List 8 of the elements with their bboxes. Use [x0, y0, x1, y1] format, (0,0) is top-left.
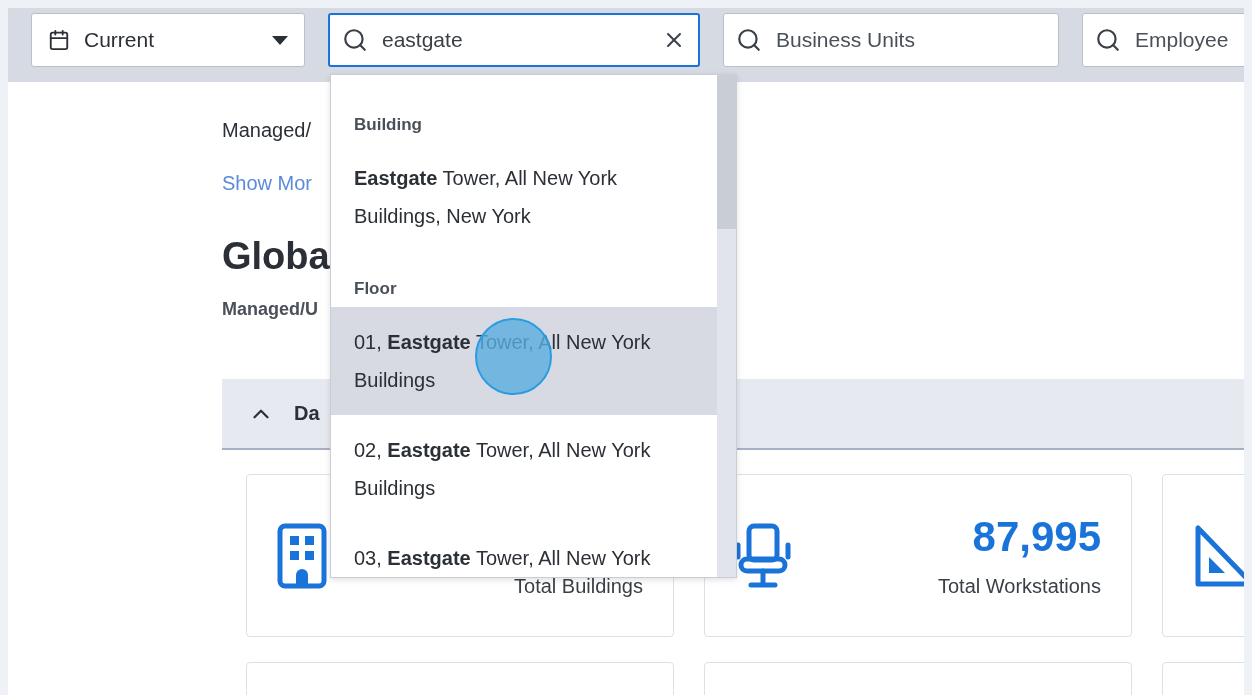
- stat-label: Total Workstations: [937, 573, 1101, 598]
- stat-value: 87,995: [972, 513, 1101, 560]
- page-subtitle: Managed/U: [222, 298, 318, 320]
- page-title: Globa: [222, 234, 330, 278]
- group-label: Building: [353, 115, 423, 135]
- group-label: Floor: [353, 279, 398, 299]
- section-title: Da: [294, 402, 320, 425]
- breadcrumb-text: Managed/: [222, 118, 311, 142]
